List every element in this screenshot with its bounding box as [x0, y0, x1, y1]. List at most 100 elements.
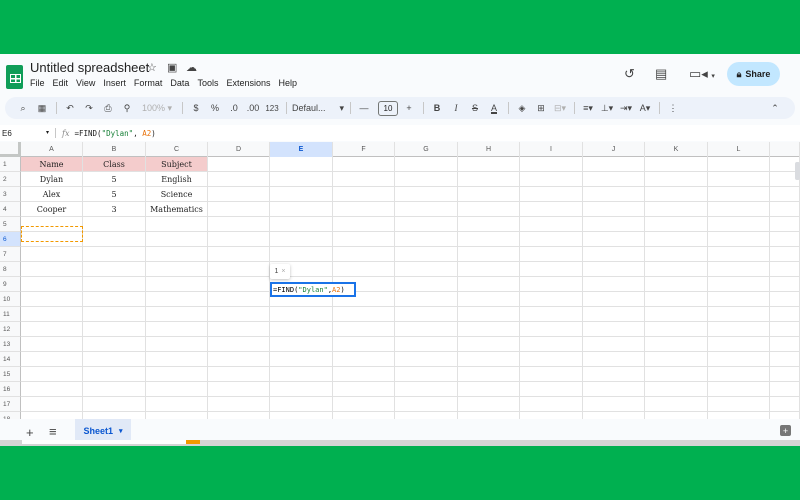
cell-k17[interactable] [645, 397, 708, 412]
cell-k12[interactable] [645, 322, 708, 337]
cell-g9[interactable] [395, 277, 458, 292]
cell-j3[interactable] [583, 187, 645, 202]
cell-m6[interactable] [770, 232, 800, 247]
cell-k6[interactable] [645, 232, 708, 247]
cell-k1[interactable] [645, 157, 708, 172]
cell-h3[interactable] [458, 187, 520, 202]
cell-c9[interactable] [146, 277, 208, 292]
cell-k7[interactable] [645, 247, 708, 262]
cell-g15[interactable] [395, 367, 458, 382]
cell-k11[interactable] [645, 307, 708, 322]
cell-k14[interactable] [645, 352, 708, 367]
cell-l1[interactable] [708, 157, 770, 172]
comments-icon[interactable]: ▤ [655, 66, 667, 82]
column-header-d[interactable]: D [208, 142, 270, 157]
print-icon[interactable]: ⎙ [100, 99, 116, 117]
cell-f14[interactable] [333, 352, 395, 367]
cell-i15[interactable] [520, 367, 583, 382]
cell-g5[interactable] [395, 217, 458, 232]
decrease-decimal-button[interactable]: .0 [226, 99, 242, 117]
cell-j4[interactable] [583, 202, 645, 217]
cell-i5[interactable] [520, 217, 583, 232]
cell-j6[interactable] [583, 232, 645, 247]
cell-i17[interactable] [520, 397, 583, 412]
cell-l6[interactable] [708, 232, 770, 247]
cell-a6[interactable] [21, 232, 83, 247]
collapse-toolbar-icon[interactable]: ⌃ [767, 99, 783, 117]
cell-d6[interactable] [208, 232, 270, 247]
cell-h2[interactable] [458, 172, 520, 187]
cell-m5[interactable] [770, 217, 800, 232]
cell-e5[interactable] [270, 217, 333, 232]
cell-k4[interactable] [645, 202, 708, 217]
increase-decimal-button[interactable]: .00 [245, 99, 261, 117]
cell-f12[interactable] [333, 322, 395, 337]
column-header-c[interactable]: C [146, 142, 208, 157]
zoom-select[interactable]: 100% ▾ [138, 99, 176, 117]
horizontal-align-icon[interactable]: ≡▾ [580, 99, 596, 117]
cell-d4[interactable] [208, 202, 270, 217]
cell-j14[interactable] [583, 352, 645, 367]
text-wrapping-icon[interactable]: ⇥▾ [618, 99, 634, 117]
cell-j16[interactable] [583, 382, 645, 397]
cell-h13[interactable] [458, 337, 520, 352]
column-header-f[interactable]: F [333, 142, 395, 157]
cell-l12[interactable] [708, 322, 770, 337]
cell-f15[interactable] [333, 367, 395, 382]
cell-l5[interactable] [708, 217, 770, 232]
cell-l2[interactable] [708, 172, 770, 187]
cell-b15[interactable] [83, 367, 146, 382]
column-header-i[interactable]: I [520, 142, 583, 157]
cell-h17[interactable] [458, 397, 520, 412]
cell-m11[interactable] [770, 307, 800, 322]
cell-b12[interactable] [83, 322, 146, 337]
cell-l14[interactable] [708, 352, 770, 367]
meet-icon[interactable]: ▭◂ ▾ [689, 66, 715, 82]
cell-h4[interactable] [458, 202, 520, 217]
menu-insert[interactable]: Insert [103, 78, 131, 88]
row-header-12[interactable]: 12 [0, 322, 21, 337]
cell-j5[interactable] [583, 217, 645, 232]
column-header-overflow[interactable] [770, 142, 800, 157]
cell-e2[interactable] [270, 172, 333, 187]
cell-d7[interactable] [208, 247, 270, 262]
cell-c17[interactable] [146, 397, 208, 412]
cell-l16[interactable] [708, 382, 770, 397]
cell-b6[interactable] [83, 232, 146, 247]
column-header-e[interactable]: E [270, 142, 333, 157]
cell-f2[interactable] [333, 172, 395, 187]
cell-i13[interactable] [520, 337, 583, 352]
cell-a2[interactable]: Dylan [21, 172, 83, 187]
explore-icon[interactable]: + [780, 425, 791, 436]
cell-f6[interactable] [333, 232, 395, 247]
new-icon[interactable]: ▦ [34, 99, 50, 117]
cell-e15[interactable] [270, 367, 333, 382]
cell-h14[interactable] [458, 352, 520, 367]
cell-h5[interactable] [458, 217, 520, 232]
cell-c11[interactable] [146, 307, 208, 322]
cell-g13[interactable] [395, 337, 458, 352]
cell-k2[interactable] [645, 172, 708, 187]
column-header-g[interactable]: G [395, 142, 458, 157]
cell-f3[interactable] [333, 187, 395, 202]
cell-h12[interactable] [458, 322, 520, 337]
cell-e13[interactable] [270, 337, 333, 352]
menu-tools[interactable]: Tools [197, 78, 223, 88]
cell-i2[interactable] [520, 172, 583, 187]
cell-g10[interactable] [395, 292, 458, 307]
cell-a14[interactable] [21, 352, 83, 367]
cell-j10[interactable] [583, 292, 645, 307]
font-select[interactable]: Defaul... ▾ [292, 99, 344, 117]
cell-l8[interactable] [708, 262, 770, 277]
cell-d13[interactable] [208, 337, 270, 352]
cell-m9[interactable] [770, 277, 800, 292]
cell-i6[interactable] [520, 232, 583, 247]
cell-m12[interactable] [770, 322, 800, 337]
increase-font-size-button[interactable]: + [401, 99, 417, 117]
cell-a7[interactable] [21, 247, 83, 262]
cell-a4[interactable]: Cooper [21, 202, 83, 217]
cell-d5[interactable] [208, 217, 270, 232]
move-folder-icon[interactable]: ▣ [167, 61, 177, 74]
merge-cells-icon[interactable]: ⊟▾ [552, 99, 568, 117]
row-header-10[interactable]: 10 [0, 292, 21, 307]
